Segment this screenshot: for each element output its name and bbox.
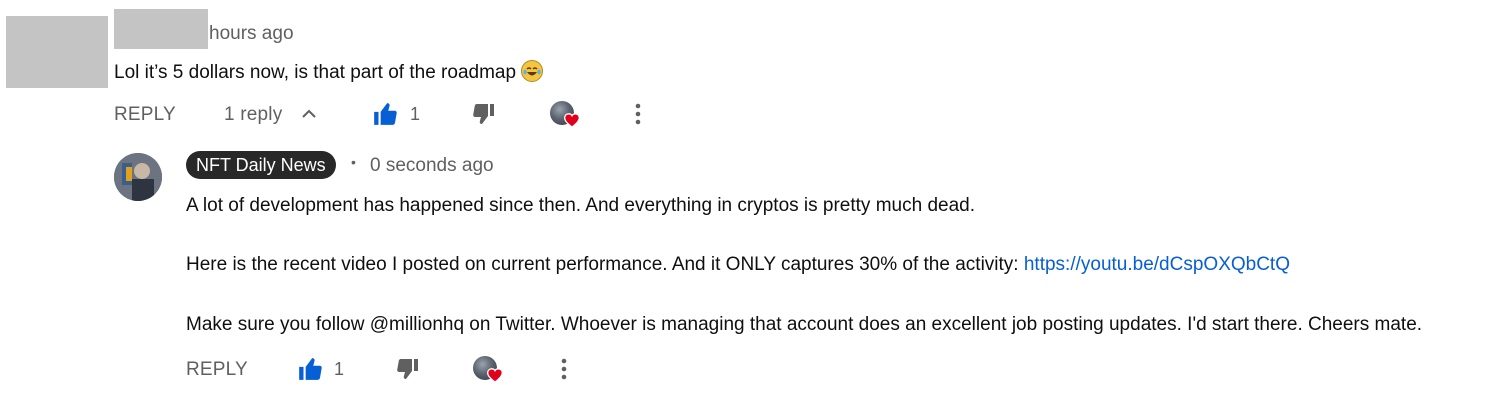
reply-thumbs-up-icon[interactable]	[296, 356, 324, 382]
thumbs-up-icon[interactable]	[371, 101, 399, 127]
timestamp-separator: •	[351, 154, 356, 170]
replies-toggle-label[interactable]: 1 reply	[224, 104, 282, 126]
video-link[interactable]: https://youtu.be/dCspOXQbCtQ	[1024, 254, 1290, 275]
reply-to-reply-button[interactable]: REPLY	[186, 359, 248, 381]
reply-button[interactable]: REPLY	[114, 104, 176, 126]
like-count: 1	[410, 104, 421, 124]
reply-author-avatar[interactable]	[114, 153, 162, 201]
creator-heart-badge	[550, 101, 582, 131]
chevron-up-icon[interactable]	[300, 105, 318, 123]
comment-timestamp[interactable]: hours ago	[209, 23, 294, 45]
reply-creator-heart-badge	[473, 356, 505, 386]
reply-author-name[interactable]: NFT Daily News	[186, 151, 336, 179]
avatar-photo-icon	[114, 153, 162, 201]
reply-heart-icon	[487, 368, 503, 383]
reply-text-line-2-content: Here is the recent video I posted on cur…	[186, 254, 1024, 275]
comment-text: Lol it’s 5 dollars now, is that part of …	[114, 60, 544, 83]
commenter-avatar-redacted[interactable]	[6, 16, 108, 88]
more-actions-icon[interactable]	[630, 102, 646, 126]
reply-text-line-1: A lot of development has happened since …	[186, 195, 975, 216]
reply-text-line-3: Make sure you follow @millionhq on Twitt…	[186, 314, 1423, 335]
reply-text-line-2: Here is the recent video I posted on cur…	[186, 255, 1290, 275]
reply-thumbs-down-icon[interactable]	[395, 357, 421, 381]
thumbs-down-icon[interactable]	[471, 102, 497, 126]
commenter-name-redacted[interactable]	[114, 9, 208, 49]
tears-of-joy-emoji-icon	[521, 60, 544, 82]
heart-icon	[564, 113, 580, 128]
reply-timestamp[interactable]: 0 seconds ago	[370, 155, 494, 177]
comment-text-content: Lol it’s 5 dollars now, is that part of …	[114, 62, 517, 83]
reply-more-actions-icon[interactable]	[556, 357, 572, 381]
reply-like-count: 1	[334, 359, 345, 379]
